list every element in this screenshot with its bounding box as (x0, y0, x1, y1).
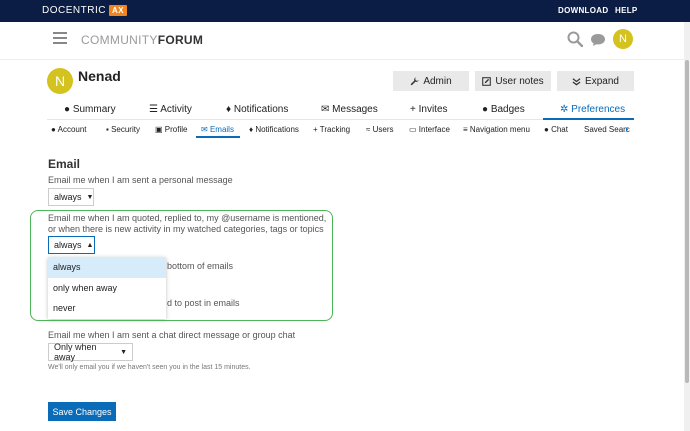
subtab-chat[interactable]: ● Chat (544, 125, 568, 134)
user-plus-icon: + (410, 104, 416, 115)
wrench-icon (410, 76, 419, 85)
tab-summary-label: Summary (72, 104, 116, 115)
tab-preferences[interactable]: ✲ Preferences (560, 104, 625, 115)
tab-notifications[interactable]: ♦ Notifications (226, 104, 288, 115)
subtab-navigation-menu[interactable]: ≡ Navigation menu (463, 125, 530, 134)
expand-label: Expand (585, 75, 619, 87)
tab-summary[interactable]: ● Summary (64, 104, 116, 115)
tab-messages[interactable]: ✉ Messages (321, 104, 378, 115)
subtab-navigation-menu-label: Navigation menu (469, 125, 530, 134)
expand-button[interactable]: Expand (557, 71, 634, 91)
subtab-interface[interactable]: ▭ Interface (409, 125, 450, 134)
hamburger-menu-icon[interactable] (53, 32, 67, 44)
user-icon: ● (64, 104, 71, 115)
brand-badge: AX (108, 5, 128, 16)
top-bar: DOCENTRIC AX DOWNLOAD HELP (0, 0, 690, 22)
tab-preferences-label: Preferences (571, 104, 626, 115)
download-link[interactable]: DOWNLOAD (558, 6, 608, 15)
admin-label: Admin (423, 75, 452, 87)
tab-invites-label: Invites (418, 104, 448, 115)
pencil-icon (482, 76, 492, 86)
caret-down-icon: ▼ (86, 193, 94, 201)
scrollbar-thumb[interactable] (685, 60, 689, 383)
subtab-notifications[interactable]: ♦ Notifications (249, 125, 299, 134)
chevron-right-icon[interactable]: › (625, 124, 628, 135)
envelope-icon: ✉ (321, 104, 330, 115)
tab-invites[interactable]: + Invites (410, 104, 448, 115)
subtab-saved-searches-label: Saved Searc (584, 125, 630, 134)
subtab-tracking[interactable]: + Tracking (313, 125, 350, 134)
subtab-interface-label: Interface (418, 125, 450, 134)
tab-badges[interactable]: ● Badges (482, 104, 525, 115)
help-link[interactable]: HELP (615, 6, 638, 15)
subtab-saved-searches[interactable]: Saved Searc (584, 125, 630, 134)
subtab-chat-label: Chat (551, 125, 568, 134)
profile-username: Nenad (78, 68, 121, 84)
badge-icon: ● (482, 104, 489, 115)
tab-notifications-label: Notifications (233, 104, 289, 115)
site-header: COMMUNITYFORUM N (0, 22, 690, 60)
site-logo[interactable]: COMMUNITYFORUM (81, 33, 203, 47)
tab-badges-label: Badges (490, 104, 525, 115)
personal-message-label: Email me when I am sent a personal messa… (48, 175, 233, 185)
subtab-users-label: Users (372, 125, 394, 134)
profile-avatar: N (47, 68, 73, 94)
primary-nav: ● Summary ☰ Activity ♦ Notifications ✉ M… (47, 100, 632, 120)
user-notes-button[interactable]: User notes (475, 71, 551, 91)
highlight-annotation (30, 210, 333, 321)
subtab-profile[interactable]: ▣ Profile (155, 125, 187, 134)
subtab-security[interactable]: ▪ Security (106, 125, 140, 134)
subtab-users[interactable]: ≈ Users (366, 125, 394, 134)
subtab-tracking-label: Tracking (319, 125, 351, 134)
search-icon[interactable] (567, 31, 583, 47)
personal-message-select[interactable]: always ▼ (48, 188, 94, 206)
logo-bold-text: FORUM (157, 33, 204, 47)
brand-logo[interactable]: DOCENTRIC AX (42, 5, 128, 16)
subtab-emails[interactable]: ✉ Emails (201, 125, 234, 134)
expand-icon (572, 77, 581, 85)
subtab-emails-label: Emails (209, 125, 234, 134)
chat-label: Email me when I am sent a chat direct me… (48, 330, 296, 340)
list-icon: ☰ (149, 104, 158, 115)
chat-select[interactable]: Only when away ▼ (48, 342, 133, 362)
subtab-notifications-label: Notifications (255, 125, 299, 134)
tab-messages-label: Messages (332, 104, 378, 115)
active-subtab-underline (196, 136, 240, 138)
save-changes-button[interactable]: Save Changes (48, 402, 116, 421)
section-title: Email (48, 157, 81, 171)
logo-light-text: COMMUNITY (81, 33, 158, 47)
tab-activity[interactable]: ☰ Activity (149, 104, 192, 115)
chat-icon[interactable] (590, 33, 606, 47)
personal-message-value: always (54, 192, 82, 202)
active-tab-underline (543, 118, 634, 120)
secondary-nav: ● Account ▪ Security ▣ Profile ✉ Emails … (47, 121, 632, 139)
subtab-security-label: Security (111, 125, 140, 134)
subtab-profile-label: Profile (164, 125, 188, 134)
user-notes-label: User notes (495, 75, 544, 87)
user-avatar[interactable]: N (613, 29, 633, 49)
bell-icon: ♦ (226, 104, 232, 115)
subtab-account-label: Account (57, 125, 87, 134)
chat-hint: We'll only email you if we haven't seen … (48, 364, 251, 371)
caret-down-icon: ▼ (120, 348, 127, 356)
chat-value: Only when away (54, 342, 97, 362)
admin-button[interactable]: Admin (393, 71, 469, 91)
gear-icon: ✲ (560, 104, 569, 115)
brand-name: DOCENTRIC (42, 5, 106, 16)
tab-activity-label: Activity (160, 104, 192, 115)
subtab-account[interactable]: ● Account (51, 125, 87, 134)
